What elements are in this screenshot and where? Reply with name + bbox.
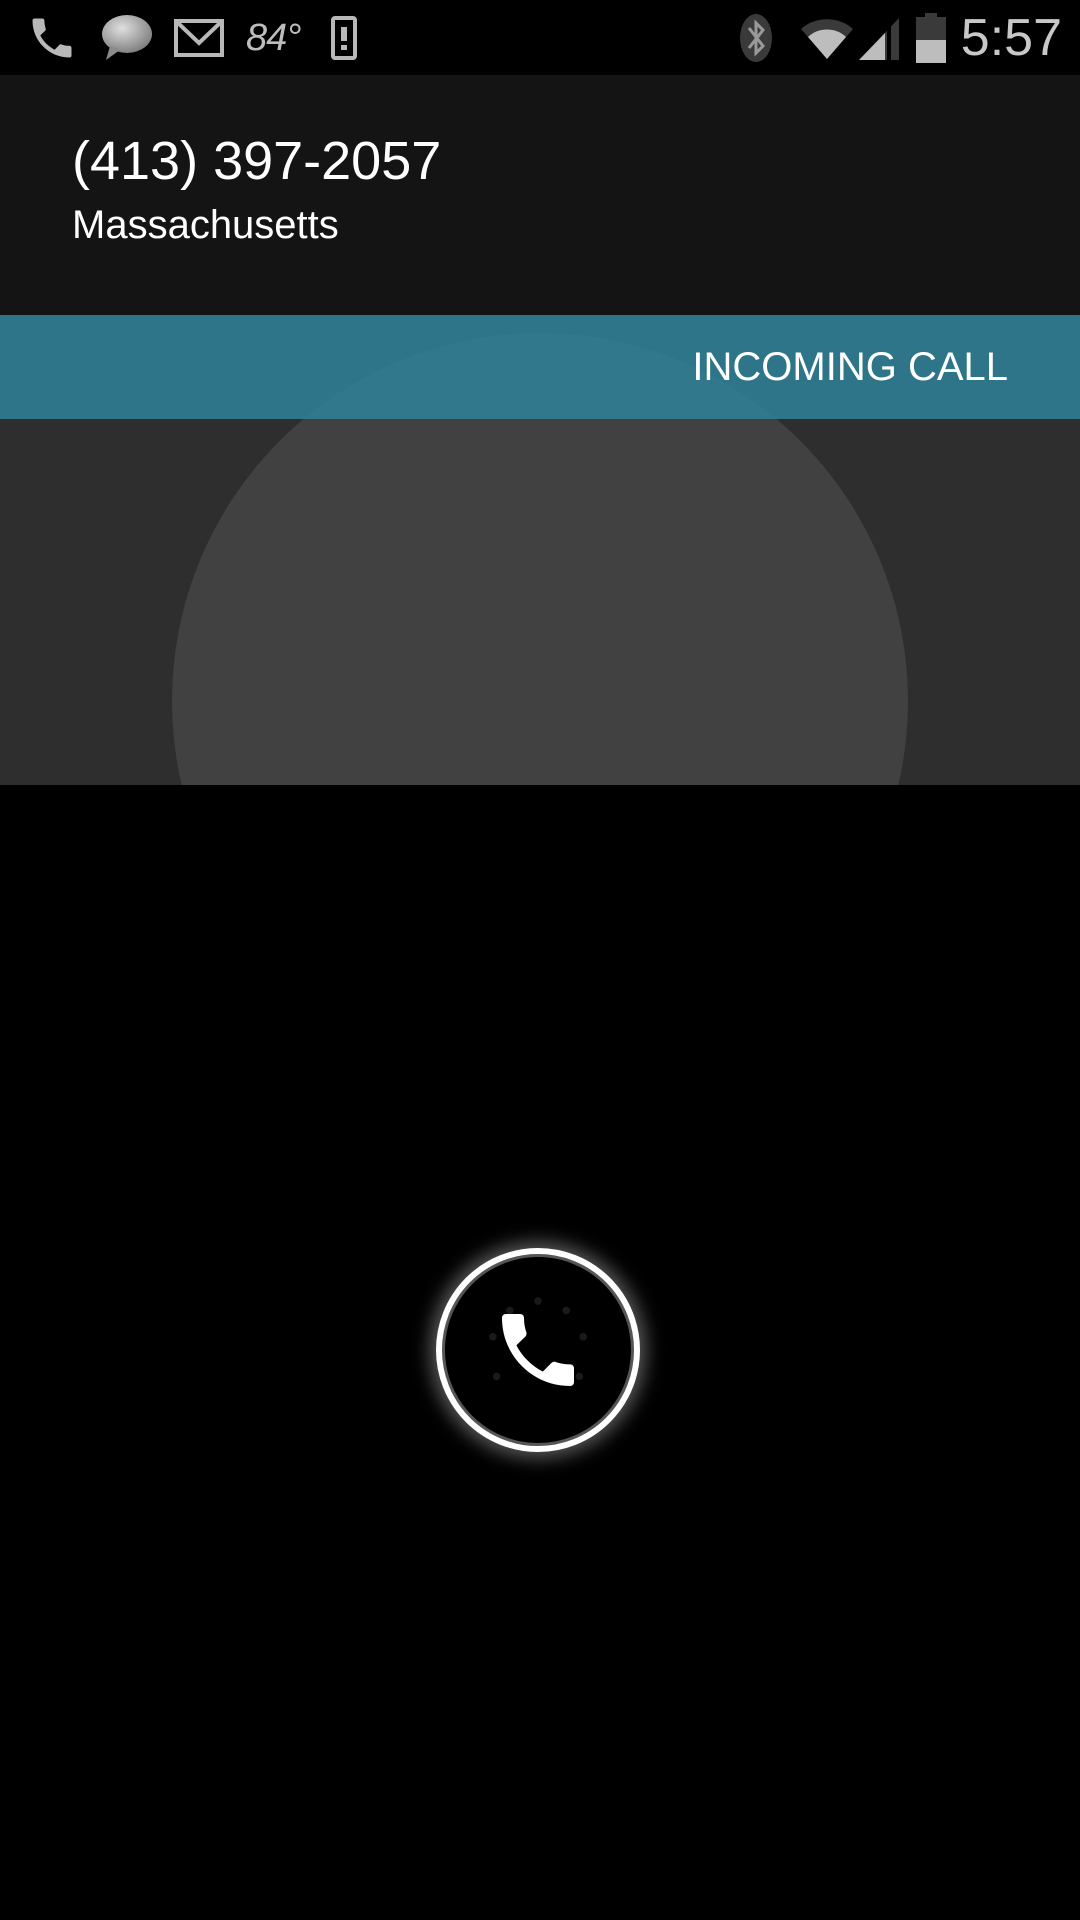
call-state-banner: INCOMING CALL	[0, 315, 1080, 419]
wifi-icon	[799, 15, 855, 61]
caller-location: Massachusetts	[72, 203, 339, 247]
status-bar-notifications: 84°	[26, 8, 358, 68]
status-bar-system: 5:57	[739, 8, 1062, 68]
caller-number: (413) 397-2057	[72, 131, 442, 191]
battery-icon	[915, 12, 947, 64]
status-clock: 5:57	[960, 9, 1062, 67]
contact-photo-area: INCOMING CALL	[0, 315, 1080, 785]
device-icon	[330, 15, 358, 61]
caller-info-header: (413) 397-2057 Massachusetts	[0, 75, 1080, 315]
gmail-icon	[174, 19, 224, 57]
cell-signal-icon	[857, 14, 901, 62]
phone-icon	[26, 12, 78, 64]
bluetooth-icon	[739, 13, 773, 63]
answer-call-handle[interactable]	[436, 1248, 640, 1452]
status-bar: 84° 5:57	[0, 0, 1080, 75]
chat-bubble-icon	[98, 12, 154, 64]
phone-handset-icon	[490, 1302, 586, 1398]
call-state-label: INCOMING CALL	[692, 345, 1008, 389]
weather-temperature: 84°	[246, 16, 301, 59]
incoming-call-screen: 84° 5:57 (413) 397-2057 Massachusetts IN…	[0, 0, 1080, 1920]
